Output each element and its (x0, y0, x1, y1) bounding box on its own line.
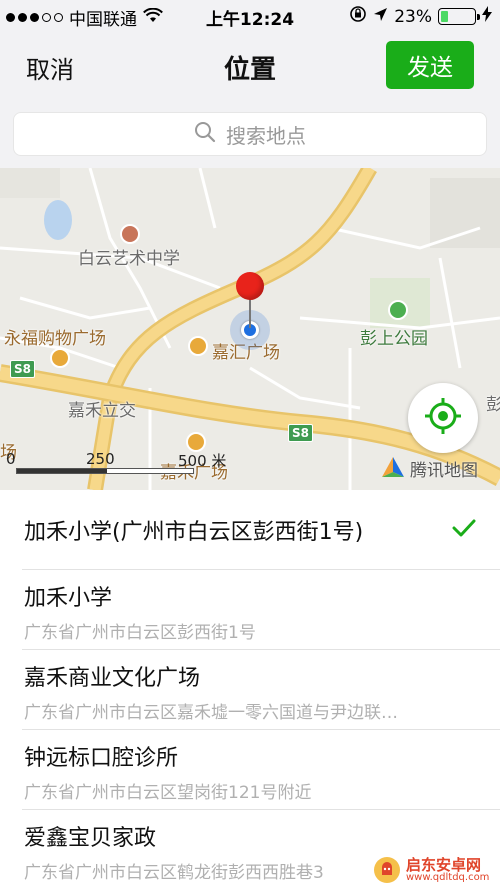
watermark-url: www.qdltdq.com (406, 871, 490, 883)
park-icon (388, 300, 408, 320)
map-label-mall: 永福购物广场 (4, 329, 106, 349)
result-name: 钟远标口腔诊所 (24, 746, 179, 771)
map-label-edge-right: 彭 (486, 395, 500, 415)
watermark-title: 启东安卓网 (406, 855, 482, 874)
battery-percent: 23% (394, 6, 432, 27)
watermark: 启东安卓网 www.qdltdq.com (372, 852, 500, 888)
watermark-text: 启东安卓网 www.qdltdq.com (406, 855, 490, 883)
rotation-lock-icon (349, 5, 367, 28)
locate-button[interactable] (408, 383, 478, 453)
battery-icon (438, 8, 480, 25)
result-item-selected[interactable]: 加禾小学(广州市白云区彭西街1号) (0, 490, 500, 570)
map-label-school: 白云艺术中学 (78, 249, 180, 269)
results-list: 加禾小学(广州市白云区彭西街1号) 加禾小学 广东省广州市白云区彭西街1号 嘉禾… (0, 490, 500, 888)
map-view[interactable]: 白云艺术中学 永福购物广场 嘉汇广场 彭上公园 嘉禾立交 S8 S8 场 彭 嘉… (0, 168, 500, 490)
status-right: 23% (349, 5, 492, 28)
tencent-map-brand: 腾讯地图 (410, 460, 478, 481)
result-address: 广东省广州市白云区嘉禾墟一零六国道与尹边联… (24, 703, 398, 723)
result-item[interactable]: 嘉禾商业文化广场 广东省广州市白云区嘉禾墟一零六国道与尹边联… (0, 650, 500, 730)
result-name: 嘉禾商业文化广场 (24, 666, 201, 691)
search-placeholder: 搜索地点 (226, 123, 306, 148)
send-button[interactable]: 发送 (386, 41, 474, 89)
tencent-map-icon (382, 457, 404, 477)
checkmark-icon (452, 518, 476, 542)
square-icon (188, 336, 208, 356)
cancel-button[interactable]: 取消 (26, 50, 74, 85)
road-number: 250 (86, 450, 115, 468)
result-address: 广东省广州市白云区望岗街121号附近 (24, 783, 312, 803)
bottom-poi-icon (186, 432, 206, 452)
result-name: 加禾小学(广州市白云区彭西街1号) (24, 520, 364, 545)
charging-icon (482, 6, 492, 27)
highway-shield-2: S8 (288, 424, 313, 442)
result-item[interactable]: 钟远标口腔诊所 广东省广州市白云区望岗街121号附近 (0, 730, 500, 810)
watermark-logo-icon (374, 857, 400, 883)
highway-shield: S8 (10, 360, 35, 378)
location-pin-icon (236, 272, 264, 300)
search-area: 搜索地点 (0, 100, 500, 168)
scale-bar (16, 468, 194, 474)
shopping-icon (50, 348, 70, 368)
scale-prefix: 0 (6, 450, 16, 468)
result-address: 广东省广州市白云区彭西街1号 (24, 623, 256, 643)
status-bar: 中国联通 上午12:24 23% (0, 0, 500, 32)
map-label-interchange: 嘉禾立交 (68, 401, 136, 421)
map-label-park: 彭上公园 (360, 329, 428, 349)
result-name: 加禾小学 (24, 586, 113, 611)
locate-icon (424, 397, 462, 439)
nav-bar: 取消 位置 发送 (0, 32, 500, 100)
pin-stem (249, 298, 251, 328)
search-input[interactable]: 搜索地点 (13, 112, 487, 156)
location-arrow-icon (373, 7, 388, 27)
result-name: 爱鑫宝贝家政 (24, 826, 157, 851)
result-item[interactable]: 加禾小学 广东省广州市白云区彭西街1号 (0, 570, 500, 650)
school-icon (120, 224, 140, 244)
tencent-map-logo: 腾讯地图 (380, 455, 478, 481)
result-address: 广东省广州市白云区鹤龙街彭西西胜巷3 (24, 863, 324, 883)
search-icon (194, 121, 216, 148)
